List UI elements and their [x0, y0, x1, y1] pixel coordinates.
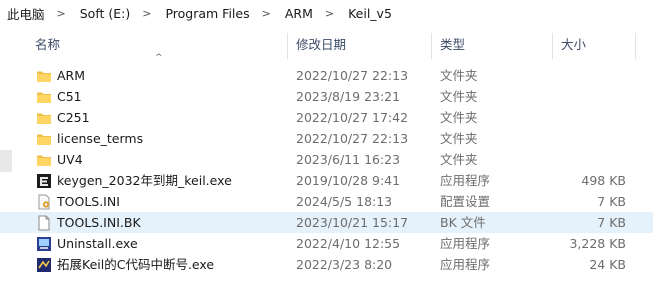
- file-type: 文件夹: [440, 89, 478, 104]
- file-date: 2023/6/11 16:23: [296, 152, 401, 167]
- column-header-type[interactable]: 类型: [440, 31, 465, 59]
- file-name: C51: [57, 89, 82, 104]
- folder-icon: [37, 155, 51, 166]
- file-name: license_terms: [57, 131, 144, 146]
- column-divider[interactable]: [552, 33, 553, 59]
- column-header-bar: ^ 名称 修改日期 类型 大小: [0, 31, 653, 63]
- file-type: 应用程序: [440, 173, 491, 188]
- chevron-right-icon[interactable]: >: [315, 7, 346, 20]
- file-type: 文件夹: [440, 131, 478, 146]
- file-name: TOOLS.INI.BK: [57, 215, 141, 230]
- file-row[interactable]: Uninstall.exe 2022/4/10 12:55 应用程序 3,228…: [0, 233, 653, 254]
- column-header-name[interactable]: 名称: [35, 31, 60, 59]
- file-row[interactable]: C251 2022/10/27 17:42 文件夹: [0, 107, 653, 128]
- file-type: 应用程序: [440, 236, 491, 251]
- column-divider[interactable]: [287, 33, 288, 59]
- file-name: 拓展Keil的C代码中断号.exe: [57, 257, 215, 272]
- blank-file-icon: [38, 215, 50, 231]
- file-size: 7 KB: [597, 194, 626, 209]
- file-row[interactable]: ARM 2022/10/27 22:13 文件夹: [0, 65, 653, 86]
- column-divider[interactable]: [635, 33, 636, 59]
- file-type: BK 文件: [440, 215, 486, 230]
- chevron-right-icon[interactable]: >: [132, 7, 163, 20]
- breadcrumb: 此电脑 > Soft (E:) > Program Files > ARM > …: [0, 0, 394, 26]
- uninstall-app-icon: [37, 237, 51, 251]
- file-size: 498 KB: [581, 173, 626, 188]
- file-row[interactable]: 拓展Keil的C代码中断号.exe 2022/3/23 8:20 应用程序 24…: [0, 254, 653, 275]
- breadcrumb-keil-v5[interactable]: Keil_v5: [346, 6, 394, 21]
- sort-ascending-icon: ^: [155, 53, 163, 63]
- breadcrumb-soft-drive[interactable]: Soft (E:): [78, 6, 133, 21]
- breadcrumb-program-files[interactable]: Program Files: [163, 6, 251, 21]
- file-size: 24 KB: [589, 257, 626, 272]
- file-row[interactable]: license_terms 2022/10/27 22:13 文件夹: [0, 128, 653, 149]
- column-header-size[interactable]: 大小: [561, 31, 586, 59]
- file-date: 2022/10/27 22:13: [296, 68, 409, 83]
- breadcrumb-this-pc[interactable]: 此电脑: [0, 4, 47, 23]
- file-date: 2019/10/28 9:41: [296, 173, 401, 188]
- file-size: 3,228 KB: [569, 236, 626, 251]
- folder-icon: [37, 113, 51, 124]
- column-header-date[interactable]: 修改日期: [296, 31, 346, 59]
- chevron-right-icon[interactable]: >: [252, 7, 283, 20]
- file-type: 应用程序: [440, 257, 491, 272]
- file-type: 文件夹: [440, 110, 478, 125]
- file-date: 2022/3/23 8:20: [296, 257, 393, 272]
- file-size: 7 KB: [597, 215, 626, 230]
- file-row[interactable]: TOOLS.INI.BK 2023/10/21 15:17 BK 文件 7 KB: [0, 212, 653, 233]
- breadcrumb-arm[interactable]: ARM: [283, 6, 315, 21]
- file-name: TOOLS.INI: [57, 194, 120, 209]
- file-row[interactable]: keygen_2032年到期_keil.exe 2019/10/28 9:41 …: [0, 170, 653, 191]
- chevron-right-icon[interactable]: >: [47, 7, 78, 20]
- file-date: 2022/4/10 12:55: [296, 236, 401, 251]
- file-date: 2023/8/19 23:21: [296, 89, 401, 104]
- file-name: Uninstall.exe: [57, 236, 138, 251]
- folder-icon: [37, 134, 51, 145]
- keygen-app-icon: [37, 174, 51, 188]
- file-name: UV4: [57, 152, 83, 167]
- file-type: 配置设置: [440, 194, 491, 209]
- file-name: C251: [57, 110, 90, 125]
- file-list: ARM 2022/10/27 22:13 文件夹 C51 2023/8/19 2…: [0, 65, 653, 275]
- file-name: keygen_2032年到期_keil.exe: [57, 173, 232, 188]
- file-date: 2024/5/5 18:13: [296, 194, 393, 209]
- settings-file-icon: [38, 194, 50, 210]
- file-date: 2023/10/21 15:17: [296, 215, 409, 230]
- file-row[interactable]: TOOLS.INI 2024/5/5 18:13 配置设置 7 KB: [0, 191, 653, 212]
- folder-icon: [37, 71, 51, 82]
- file-date: 2022/10/27 17:42: [296, 110, 409, 125]
- file-name: ARM: [57, 68, 86, 83]
- file-row[interactable]: UV4 2023/6/11 16:23 文件夹: [0, 149, 653, 170]
- extension-app-icon: [37, 258, 51, 272]
- folder-icon: [37, 92, 51, 103]
- file-type: 文件夹: [440, 152, 478, 167]
- file-date: 2022/10/27 22:13: [296, 131, 409, 146]
- column-divider[interactable]: [431, 33, 432, 59]
- file-type: 文件夹: [440, 68, 478, 83]
- file-row[interactable]: C51 2023/8/19 23:21 文件夹: [0, 86, 653, 107]
